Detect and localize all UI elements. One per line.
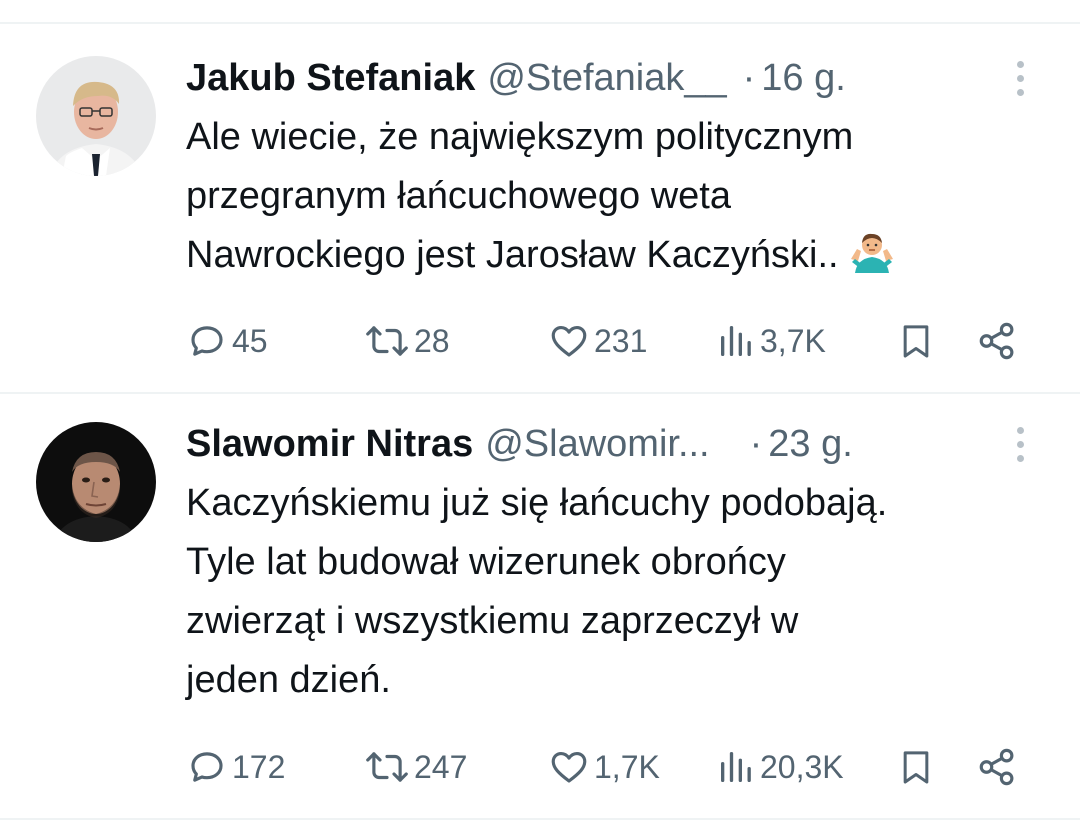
bookmark-icon xyxy=(896,745,936,789)
views-count: 3,7K xyxy=(760,322,826,359)
reply-count: 172 xyxy=(232,748,286,785)
like-button[interactable]: 231 xyxy=(548,316,647,366)
reply-count: 45 xyxy=(232,322,268,359)
bookmark-button[interactable] xyxy=(896,316,936,366)
tweet-text: Kaczyńskiemu już się łańcuchy podobają. … xyxy=(186,474,1056,710)
like-icon xyxy=(548,320,590,362)
more-vertical-icon[interactable] xyxy=(1010,56,1030,100)
header-separator: · xyxy=(749,422,763,465)
repost-count: 28 xyxy=(414,322,450,359)
tweet-text: Ale wiecie, że największym politycznym p… xyxy=(186,108,1056,293)
avatar[interactable] xyxy=(36,56,156,176)
views-icon xyxy=(716,320,756,362)
timestamp[interactable]: 16 g. xyxy=(761,57,846,100)
repost-count: 247 xyxy=(414,748,468,785)
like-icon xyxy=(548,746,590,788)
reply-icon xyxy=(186,746,228,788)
tweet-text-line: Nawrockiego jest Jarosław Kaczyński.. xyxy=(186,234,839,276)
person-shrugging-emoji-icon xyxy=(849,229,895,293)
author-handle[interactable]: @Slawomir... xyxy=(485,423,709,466)
avatar[interactable] xyxy=(36,422,156,542)
tweet-header: Jakub Stefaniak @Stefaniak__ · 16 g. xyxy=(186,56,1040,100)
tweet-text-line: zwierząt i wszystkiemu zaprzeczył w xyxy=(186,600,799,642)
like-count: 231 xyxy=(594,322,648,359)
bookmark-icon xyxy=(896,319,936,363)
bottom-divider xyxy=(0,818,1080,820)
views-button[interactable]: 3,7K xyxy=(716,316,826,366)
like-button[interactable]: 1,7K xyxy=(548,742,660,792)
timestamp[interactable]: 23 g. xyxy=(768,423,853,466)
tweet-text-line: Kaczyńskiemu już się łańcuchy podobają. xyxy=(186,482,888,524)
tweet-actions: 45 28 231 3,7K xyxy=(186,316,1036,366)
reply-button[interactable]: 172 xyxy=(186,742,285,792)
tweet-text-line: Ale wiecie, że największym politycznym xyxy=(186,116,854,158)
author-name[interactable]: Slawomir Nitras xyxy=(186,423,473,466)
tweet-text-line: jeden dzień. xyxy=(186,659,391,701)
views-button[interactable]: 20,3K xyxy=(716,742,844,792)
like-count: 1,7K xyxy=(594,748,660,785)
tweet-divider xyxy=(0,392,1080,394)
header-separator: · xyxy=(742,56,756,99)
author-handle[interactable]: @Stefaniak__ xyxy=(487,57,726,100)
tweet-text-line: przegranym łańcuchowego weta xyxy=(186,175,731,217)
tweet-text-line: Tyle lat budował wizerunek obrońcy xyxy=(186,541,786,583)
share-button[interactable] xyxy=(976,316,1018,366)
repost-icon xyxy=(364,320,410,362)
views-icon xyxy=(716,746,756,788)
top-divider xyxy=(0,22,1080,24)
repost-icon xyxy=(364,746,410,788)
reply-button[interactable]: 45 xyxy=(186,316,268,366)
more-vertical-icon[interactable] xyxy=(1010,422,1030,466)
tweet-header: Slawomir Nitras @Slawomir... · 23 g. xyxy=(186,422,1040,466)
reply-icon xyxy=(186,320,228,362)
repost-button[interactable]: 28 xyxy=(364,316,450,366)
repost-button[interactable]: 247 xyxy=(364,742,467,792)
bookmark-button[interactable] xyxy=(896,742,936,792)
tweet-actions: 172 247 1,7K 20,3K xyxy=(186,742,1036,792)
views-count: 20,3K xyxy=(760,748,844,785)
share-icon xyxy=(976,746,1018,788)
share-icon xyxy=(976,320,1018,362)
share-button[interactable] xyxy=(976,742,1018,792)
author-name[interactable]: Jakub Stefaniak xyxy=(186,57,475,100)
